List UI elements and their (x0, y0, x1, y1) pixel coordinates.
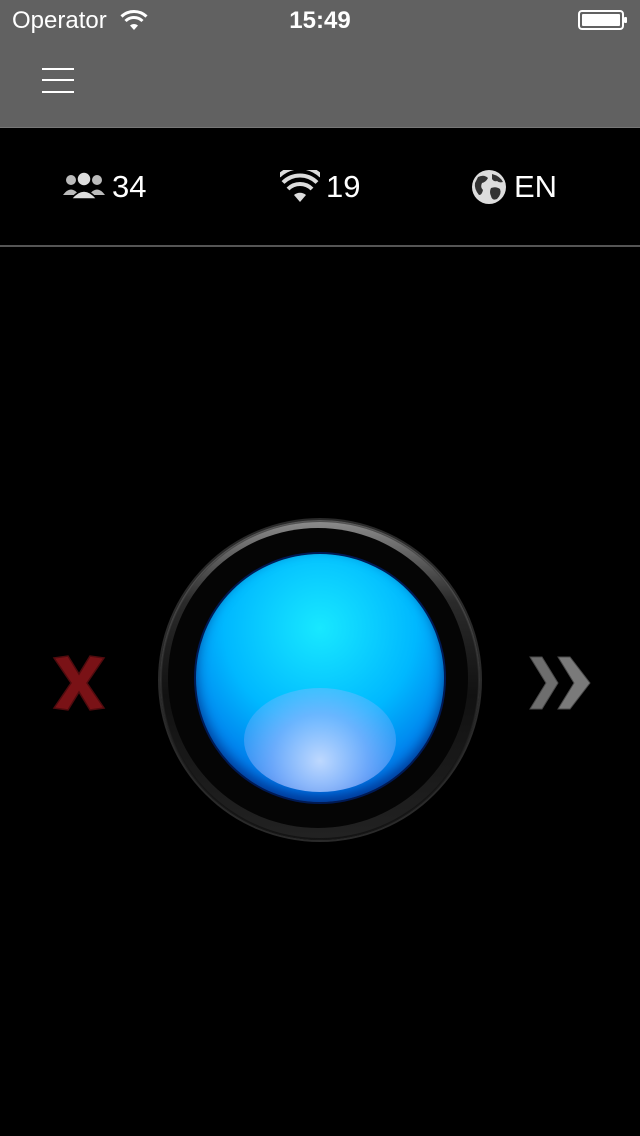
wifi-icon (280, 170, 320, 202)
big-blue-button[interactable] (196, 554, 444, 802)
signal-stat: 19 (280, 165, 360, 209)
battery-icon (578, 10, 627, 30)
menu-line (42, 79, 74, 81)
globe-icon (472, 170, 506, 204)
signal-count: 19 (326, 169, 361, 204)
status-bar: Operator 15:49 (0, 0, 640, 40)
double-chevron-right-icon[interactable] (528, 655, 592, 711)
menu-line (42, 91, 74, 93)
users-stat: 34 (62, 165, 146, 209)
hamburger-menu-icon[interactable] (38, 64, 78, 98)
close-icon[interactable] (50, 652, 108, 714)
language-stat[interactable]: EN (470, 165, 557, 209)
header-bar: Operator 15:49 (0, 0, 640, 128)
app-screen: Operator 15:49 34 19 EN (0, 0, 640, 1136)
stats-row: 34 19 EN (0, 129, 640, 247)
status-time: 15:49 (289, 7, 351, 34)
users-group-icon (63, 171, 105, 200)
users-count: 34 (112, 169, 147, 204)
button-highlight (244, 688, 396, 792)
menu-line (42, 68, 74, 70)
language-code: EN (514, 169, 558, 204)
